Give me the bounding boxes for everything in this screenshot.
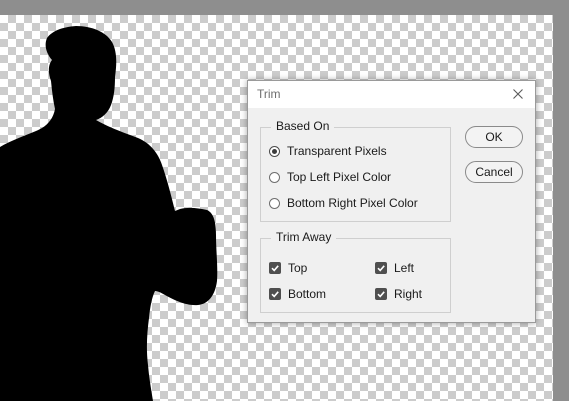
- radio-top-left-pixel-color[interactable]: Top Left Pixel Color: [269, 169, 391, 185]
- checkbox-right[interactable]: Right: [375, 286, 422, 302]
- dialog-title-bar[interactable]: Trim: [248, 81, 535, 108]
- checkmark-icon[interactable]: [375, 288, 387, 300]
- checkbox-top[interactable]: Top: [269, 260, 307, 276]
- radio-selected-icon[interactable]: [269, 145, 280, 157]
- dialog-title: Trim: [257, 87, 281, 101]
- checkbox-label: Bottom: [288, 287, 327, 301]
- radio-label: Transparent Pixels: [287, 144, 387, 158]
- radio-label: Top Left Pixel Color: [287, 170, 392, 184]
- trim-away-group: Trim Away Top Left Bottom Right: [260, 230, 451, 313]
- radio-label: Bottom Right Pixel Color: [287, 196, 418, 210]
- checkbox-label: Right: [394, 287, 423, 301]
- checkbox-label: Left: [394, 261, 415, 275]
- cancel-button[interactable]: Cancel: [465, 161, 523, 183]
- person-silhouette: [0, 26, 218, 401]
- based-on-legend: Based On: [271, 119, 335, 133]
- radio-unselected-icon[interactable]: [269, 197, 280, 209]
- checkmark-icon[interactable]: [375, 262, 387, 274]
- close-icon[interactable]: [510, 86, 526, 102]
- ok-button[interactable]: OK: [465, 126, 523, 148]
- checkbox-left[interactable]: Left: [375, 260, 414, 276]
- checkmark-icon[interactable]: [269, 262, 281, 274]
- based-on-group: Based On Transparent Pixels Top Left Pix…: [260, 119, 451, 222]
- checkmark-icon[interactable]: [269, 288, 281, 300]
- radio-unselected-icon[interactable]: [269, 171, 280, 183]
- checkbox-label: Top: [288, 261, 308, 275]
- checkbox-bottom[interactable]: Bottom: [269, 286, 326, 302]
- trim-dialog: Trim Based On Transparent Pixels Top Lef…: [247, 80, 536, 323]
- trim-away-legend: Trim Away: [271, 230, 337, 244]
- radio-transparent-pixels[interactable]: Transparent Pixels: [269, 143, 387, 159]
- radio-bottom-right-pixel-color[interactable]: Bottom Right Pixel Color: [269, 195, 418, 211]
